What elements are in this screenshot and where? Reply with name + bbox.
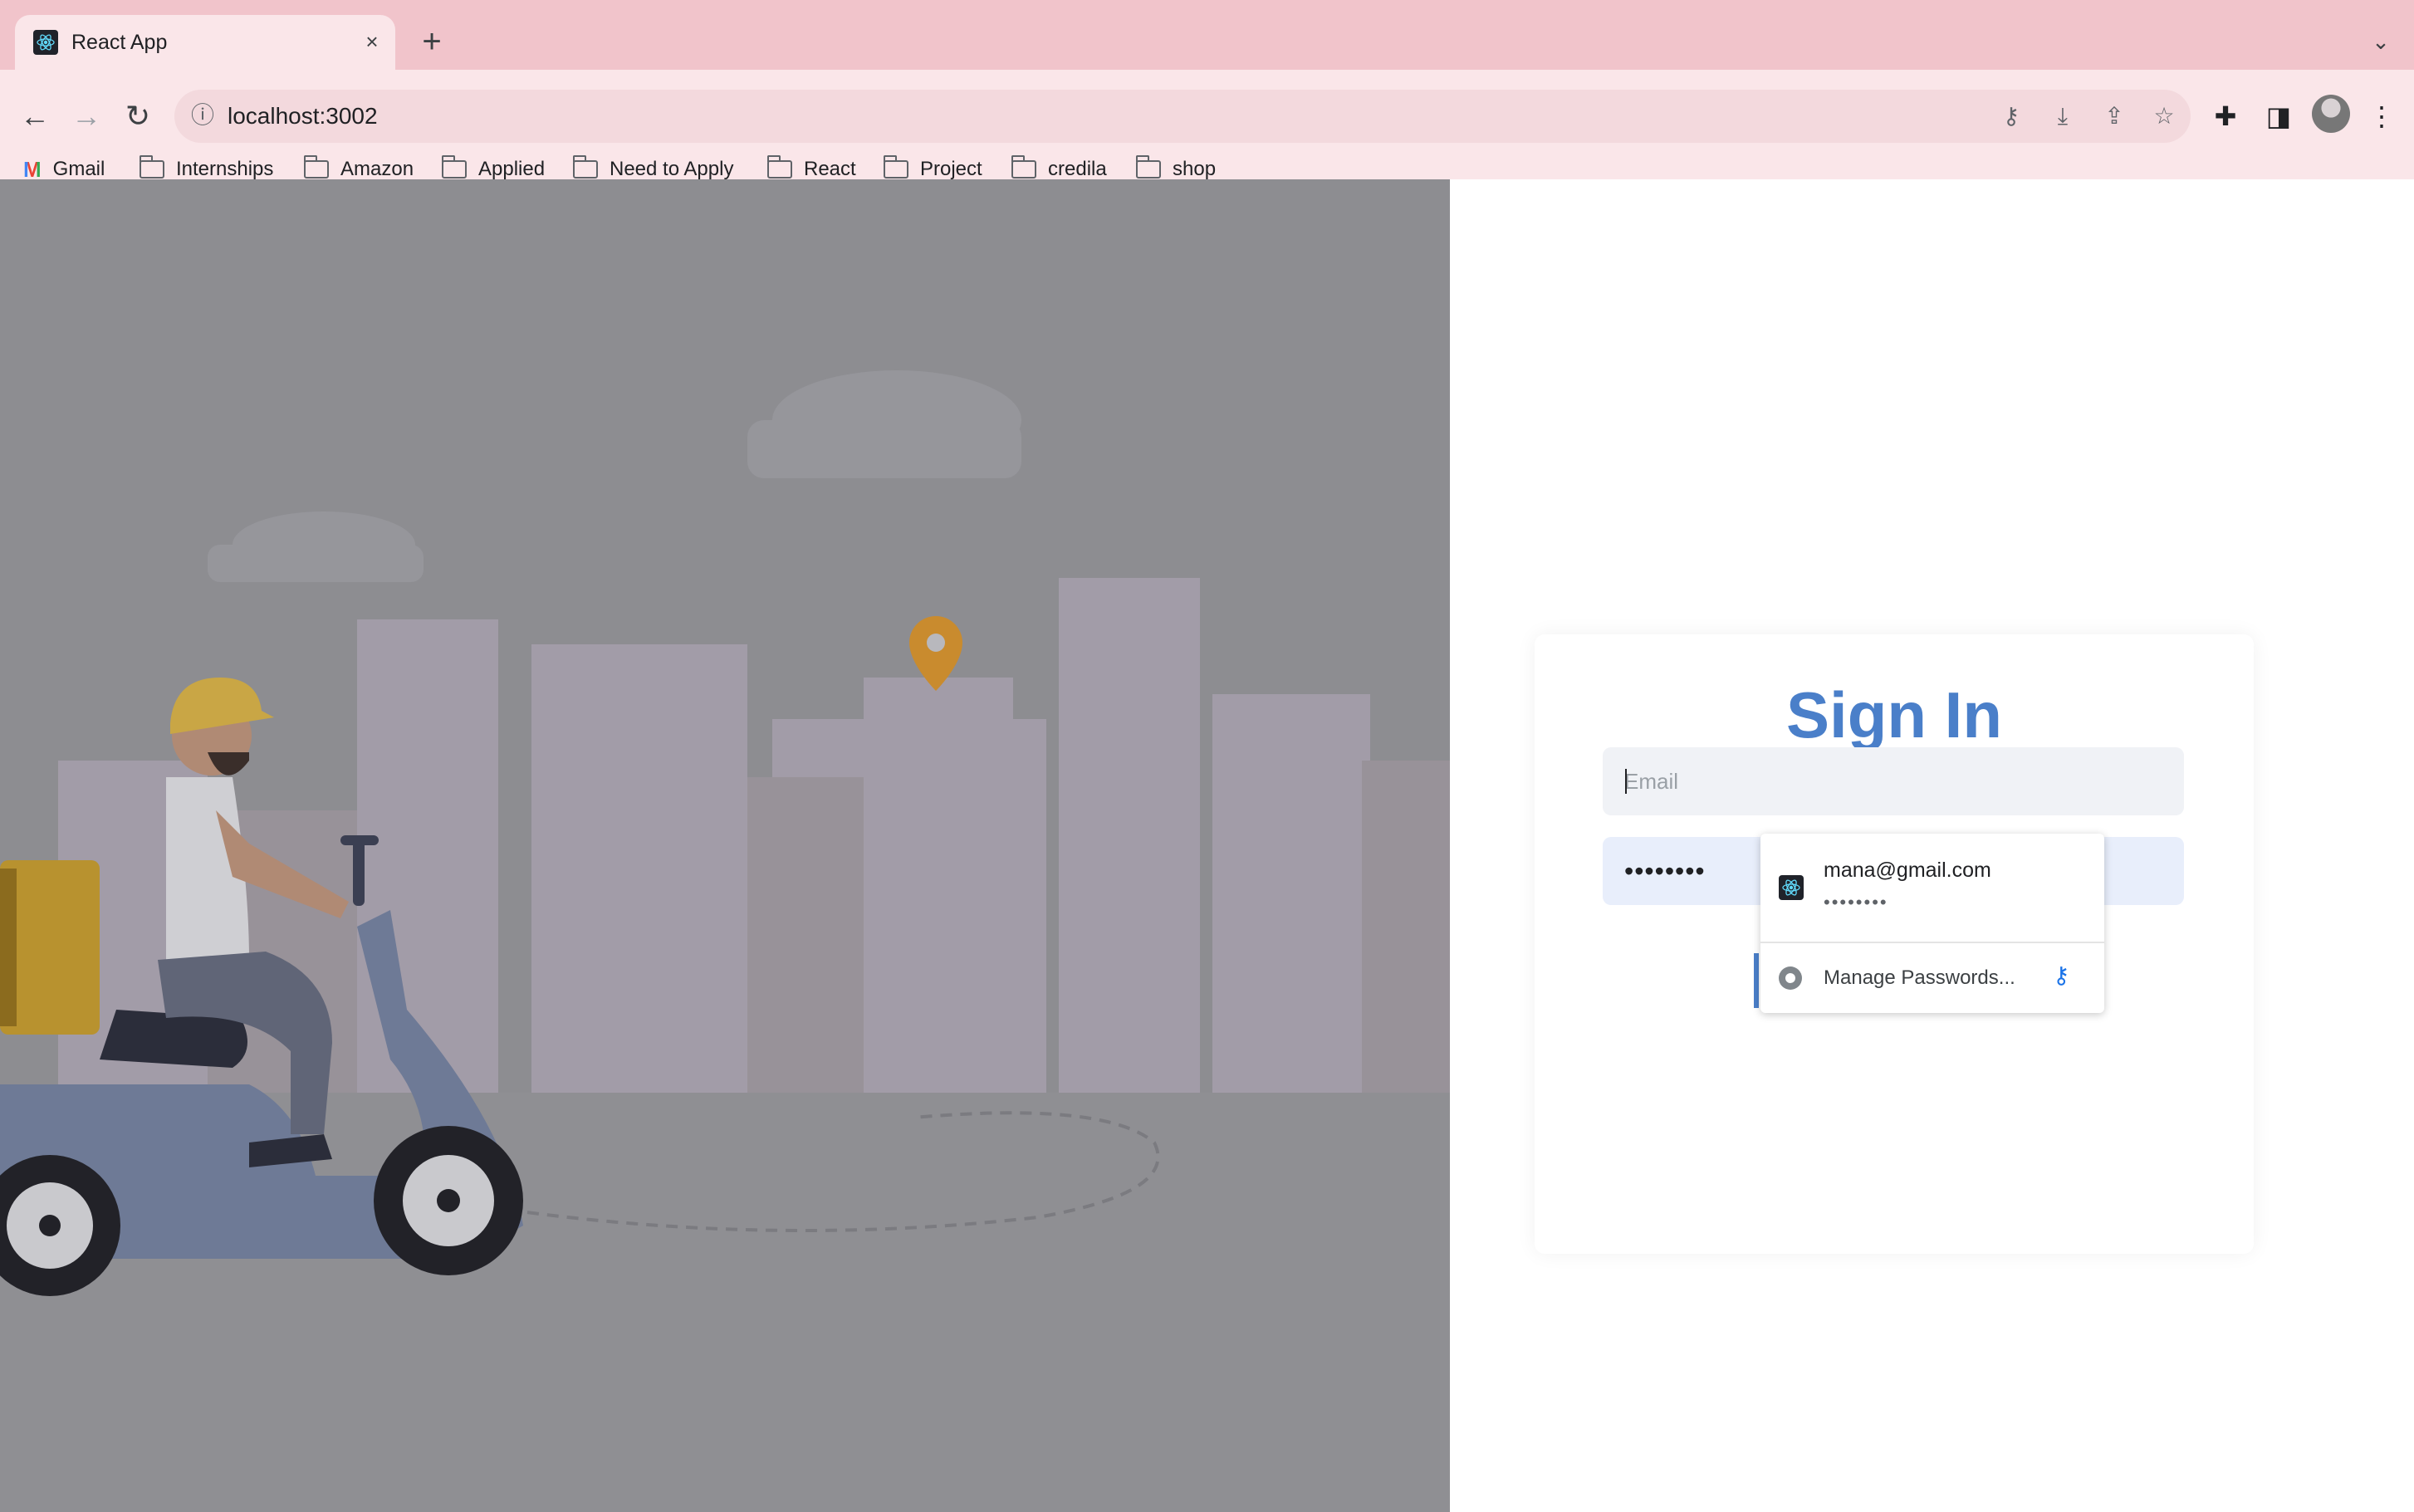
manage-passwords-item[interactable]: Manage Passwords... ⚷ [1760, 943, 2104, 1013]
profile-avatar[interactable] [2312, 95, 2350, 133]
chrome-icon [1779, 966, 1802, 990]
address-bar[interactable]: ⓘ localhost:3002 ⚷ ⤓ ⇪ ☆ [174, 90, 2191, 143]
bookmark-label: React [804, 158, 856, 180]
react-logo-icon [1779, 875, 1804, 900]
bookmark-label: Need to Apply [610, 158, 734, 180]
close-tab-icon[interactable]: × [357, 27, 387, 56]
folder-icon [1136, 155, 1161, 179]
back-arrow-icon[interactable]: ← [12, 93, 58, 139]
extensions-puzzle-icon[interactable]: ✚ [2204, 95, 2247, 138]
gmail-icon: M [23, 156, 42, 182]
bookmark-star-icon[interactable]: ☆ [2147, 100, 2181, 133]
folder-icon [140, 155, 164, 179]
key-icon: ⚷ [2053, 962, 2070, 988]
install-app-icon[interactable]: ⤓ [2046, 100, 2079, 133]
signin-button[interactable] [1754, 953, 1759, 1008]
password-key-icon[interactable]: ⚷ [1995, 100, 2028, 133]
folder-icon [442, 155, 467, 179]
new-tab-icon[interactable]: + [415, 25, 448, 58]
text-caret [1625, 769, 1627, 794]
bookmark-label: shop [1173, 158, 1217, 180]
folder-icon [1011, 155, 1036, 179]
site-info-icon[interactable]: ⓘ [188, 100, 218, 130]
bookmark-label: Gmail [52, 158, 105, 180]
bookmark-label: Internships [176, 158, 274, 180]
email-field[interactable] [1603, 747, 2184, 815]
password-autofill-popup: mana@gmail.com •••••••• Manage Passwords… [1760, 834, 2104, 1013]
bookmark-label: Amazon [340, 158, 414, 180]
browser-tabstrip: React App × + ⌄ [0, 0, 2414, 70]
tab-search-chevron-icon[interactable]: ⌄ [2364, 25, 2397, 58]
react-logo-icon [33, 30, 58, 55]
side-panel-icon[interactable]: ◨ [2257, 95, 2300, 138]
page-title: Sign In [1786, 678, 2002, 751]
page-content: Sign In mana@gmail.com •••••••• Manage P… [0, 179, 2414, 1512]
more-menu-icon[interactable]: ⋮ [2360, 95, 2403, 138]
url-text[interactable]: localhost:3002 [228, 100, 378, 133]
browser-tab-active[interactable]: React App × [15, 15, 395, 70]
autofill-email: mana@gmail.com [1824, 859, 1991, 882]
bookmark-label: Project [920, 158, 982, 180]
share-icon[interactable]: ⇪ [2098, 100, 2131, 133]
manage-passwords-label: Manage Passwords... [1824, 966, 2015, 989]
folder-icon [573, 155, 598, 179]
delivery-scooter-illustration [0, 179, 1450, 1512]
bookmark-label: Applied [478, 158, 546, 180]
autofill-password-mask: •••••••• [1824, 892, 1888, 913]
reload-icon[interactable]: ↻ [115, 93, 161, 139]
forward-arrow-icon[interactable]: → [63, 93, 110, 139]
autofill-suggestion[interactable]: mana@gmail.com •••••••• [1760, 834, 2104, 942]
browser-toolbar: ← → ↻ ⓘ localhost:3002 ⚷ ⤓ ⇪ ☆ ✚ ◨ ⋮ M G… [0, 70, 2414, 194]
folder-icon [304, 155, 329, 179]
folder-icon [767, 155, 792, 179]
bookmark-label: credila [1048, 158, 1107, 180]
folder-icon [884, 155, 908, 179]
tab-title: React App [71, 31, 168, 54]
